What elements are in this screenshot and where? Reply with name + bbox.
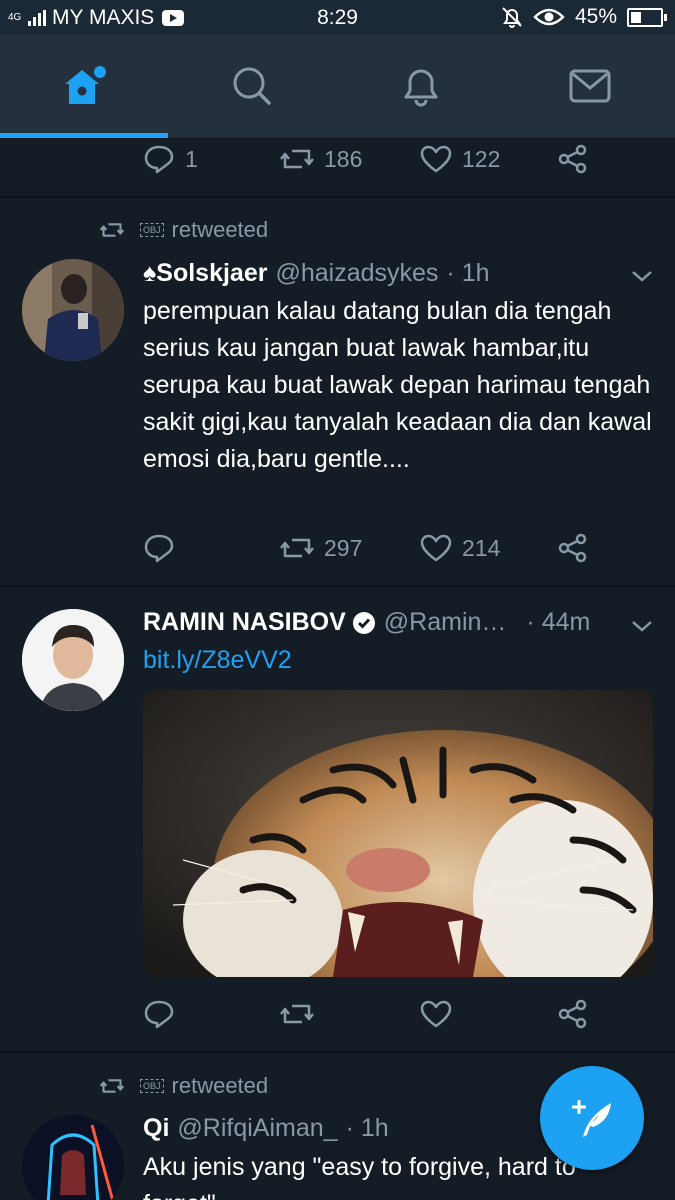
status-right: 45% [501,5,667,29]
tab-search[interactable] [168,34,336,138]
retweet-icon [100,1079,124,1093]
chevron-down-icon[interactable] [630,268,654,284]
retweet-icon [280,1004,314,1024]
tweet-divider [0,196,675,198]
bell-off-icon [502,7,522,28]
reply-icon [144,534,174,563]
tab-home[interactable] [0,34,168,138]
retweet-button[interactable]: 186 [280,139,362,179]
tweet-actions [143,994,603,1034]
avatar[interactable] [22,259,124,361]
heart-icon [420,1000,452,1028]
compose-tweet-icon [572,1100,611,1137]
chevron-down-icon[interactable] [630,618,654,634]
user-photo [22,609,124,711]
tweet-time: · 1h [345,1114,389,1142]
tab-messages[interactable] [506,34,674,138]
tweet-header: RAMIN NASIBOV @Ramin… · 44m [143,608,590,637]
like-count: 122 [462,145,501,172]
tweet-actions: 297 214 [143,528,603,568]
verified-badge-icon [352,611,375,634]
like-button[interactable] [420,994,452,1034]
reply-button[interactable] [143,994,175,1034]
tweet-media-image[interactable] [143,690,653,977]
retweet-count: 186 [324,145,363,172]
share-button[interactable] [557,528,589,568]
status-bar: 4G MY MAXIS 8:29 45% [0,0,675,34]
tab-notifications[interactable] [337,34,505,138]
retweeted-label: retweeted [171,1073,269,1098]
tweet-time: · 1h [446,259,490,287]
reply-button[interactable] [143,528,175,568]
tweet-divider [0,1051,675,1053]
reply-icon [144,145,174,174]
heart-icon [420,534,452,562]
mail-icon [569,69,611,103]
display-name[interactable]: ♠Solskjaer [143,259,267,288]
heart-icon [420,145,452,173]
bell-icon [404,69,438,107]
tweet-divider [0,585,675,587]
retweet-icon [100,223,124,237]
retweeter-name-placeholder[interactable]: OBJ [140,223,164,237]
retweeter-name-placeholder[interactable]: OBJ [140,1079,164,1093]
like-count: 214 [462,534,501,561]
battery-percent: 45% [574,5,617,28]
avatar[interactable] [22,609,124,711]
tweet-text: perempuan kalau datang bulan dia tengah … [143,297,652,473]
retweeted-by: OBJ retweeted [100,217,268,243]
share-icon [558,533,587,563]
retweet-button[interactable]: 297 [280,528,362,568]
share-button[interactable] [557,994,589,1034]
reply-button[interactable]: 1 [143,139,198,179]
reply-icon [144,1000,174,1029]
tweet-link[interactable]: bit.ly/Z8eVV2 [143,646,292,675]
retweet-button[interactable] [280,994,314,1034]
retweet-count: 297 [324,534,363,561]
share-button[interactable] [557,139,589,179]
retweeted-label: retweeted [171,217,269,242]
battery-icon [627,7,667,27]
like-button[interactable]: 122 [420,139,500,179]
tweet-header: ♠Solskjaer @haizadsykes · 1h [143,259,490,288]
tweet-actions: 1 186 122 [143,139,603,179]
user-photo [22,259,124,361]
display-name[interactable]: RAMIN NASIBOV [143,608,346,637]
tweet-time: · 44m [526,608,591,636]
retweeted-by: OBJ retweeted [100,1073,268,1099]
share-icon [558,144,587,174]
user-handle[interactable]: @RifqiAiman_ [177,1114,337,1143]
top-nav-bar [0,34,675,138]
user-handle[interactable]: @Ramin… [384,608,507,637]
tiger-photo [143,690,653,977]
compose-tweet-button[interactable] [540,1066,644,1170]
retweet-icon [280,538,314,558]
retweet-icon [280,149,314,169]
share-icon [558,999,587,1029]
user-handle[interactable]: @haizadsykes [275,259,438,288]
search-icon [233,67,271,105]
display-name[interactable]: Qi [143,1114,169,1143]
tweet-header: Qi @RifqiAiman_ · 1h [143,1114,389,1143]
home-icon [65,66,106,104]
user-photo [22,1115,124,1200]
reply-count: 1 [185,145,198,172]
avatar[interactable] [22,1115,124,1200]
like-button[interactable]: 214 [420,528,500,568]
eye-comfort-icon [533,8,565,26]
